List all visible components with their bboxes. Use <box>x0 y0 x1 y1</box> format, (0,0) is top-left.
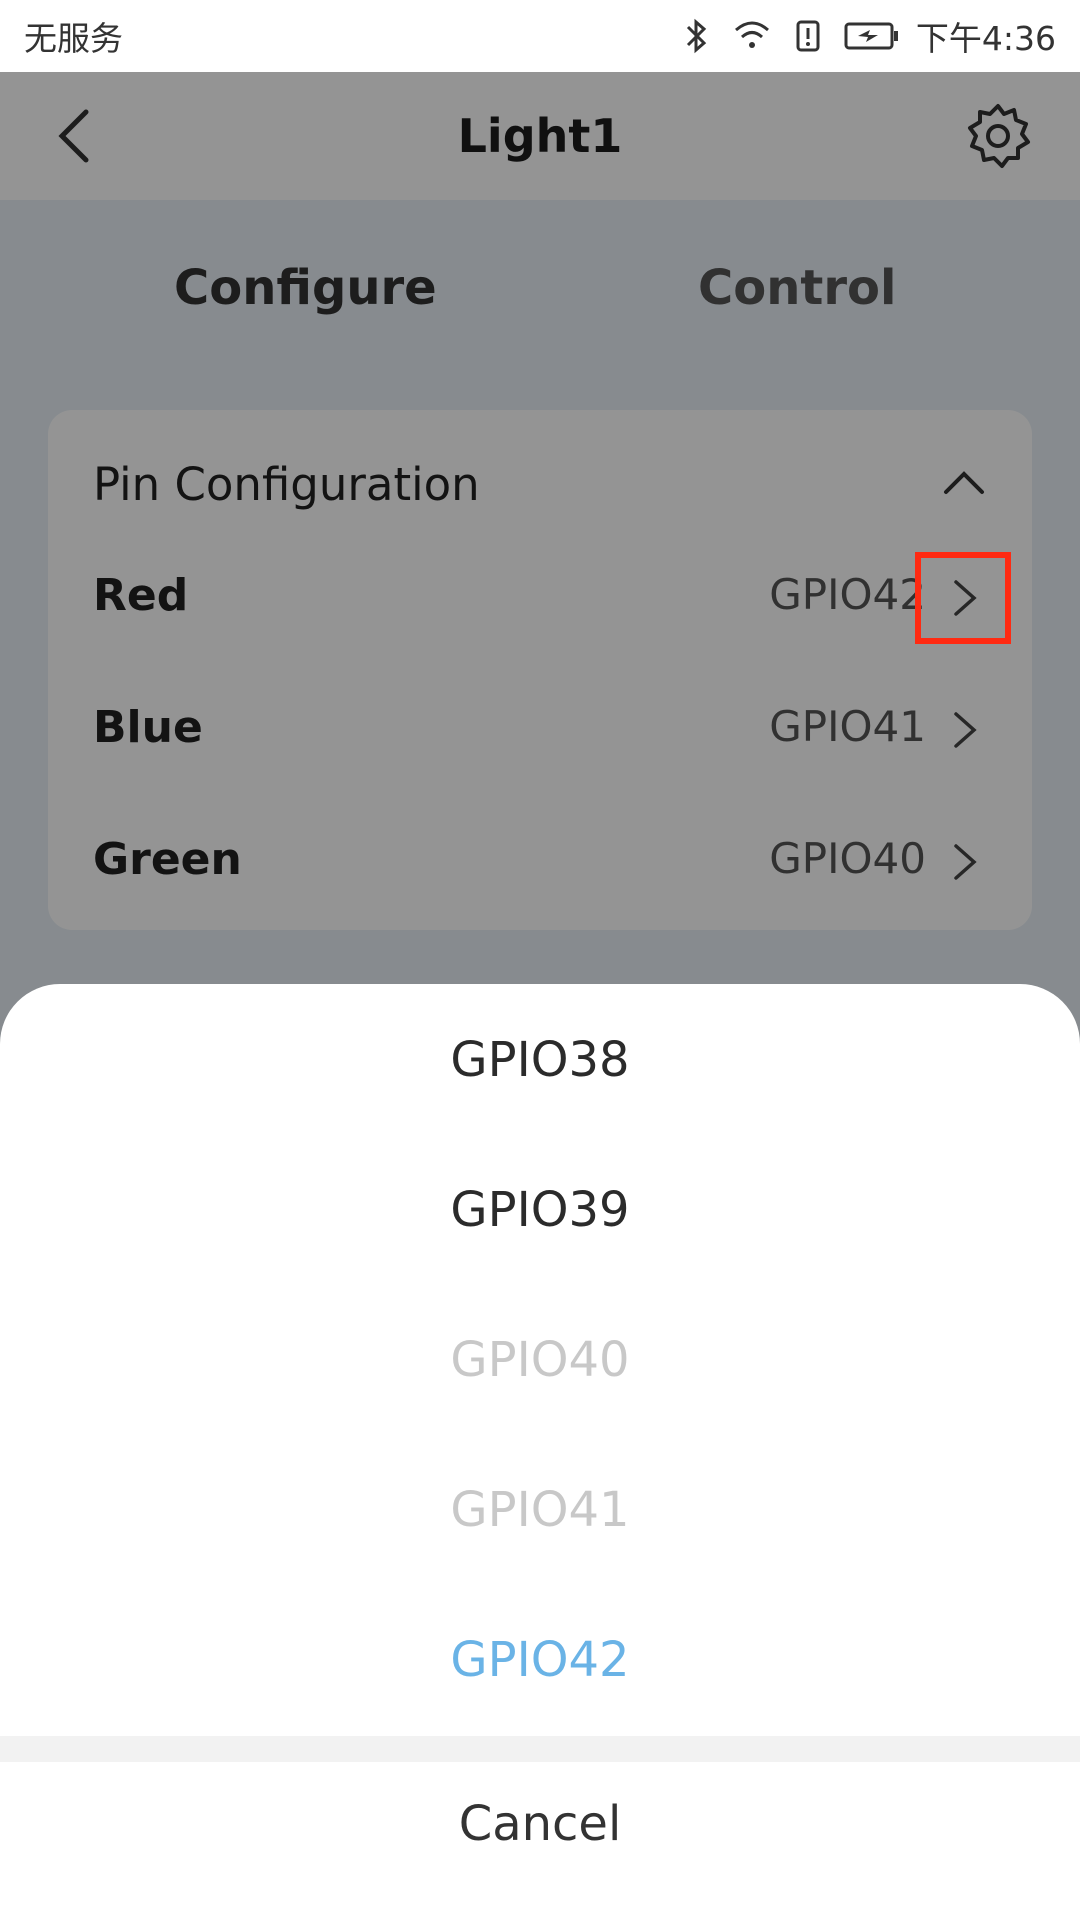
highlight-box <box>915 552 1011 644</box>
bluetooth-icon <box>686 18 707 54</box>
picker-option[interactable]: GPIO39 <box>0 1182 1080 1238</box>
status-bar: 无服务 下午4:36 <box>0 0 1080 72</box>
cancel-button[interactable]: Cancel <box>0 1796 1080 1852</box>
picker-option-disabled: GPIO40 <box>450 1332 630 1388</box>
clock: 下午4:36 <box>915 19 1056 58</box>
alert-icon <box>796 20 820 52</box>
divider <box>0 1736 1080 1762</box>
gpio-picker[interactable]: GPIO38 GPIO39 GPIO40 GPIO41 GPIO42 <box>0 984 1080 1736</box>
picker-option-disabled: GPIO41 <box>450 1482 630 1538</box>
carrier-label: 无服务 <box>24 19 123 58</box>
battery-icon <box>844 22 898 50</box>
picker-option[interactable]: GPIO38 <box>0 1032 1080 1088</box>
wifi-icon <box>734 21 769 48</box>
picker-option-selected[interactable]: GPIO42 <box>0 1632 1080 1688</box>
status-icons: 下午4:36 <box>676 12 1056 60</box>
gpio-picker-sheet: GPIO38 GPIO39 GPIO40 GPIO41 GPIO42 Cance… <box>0 984 1080 1920</box>
